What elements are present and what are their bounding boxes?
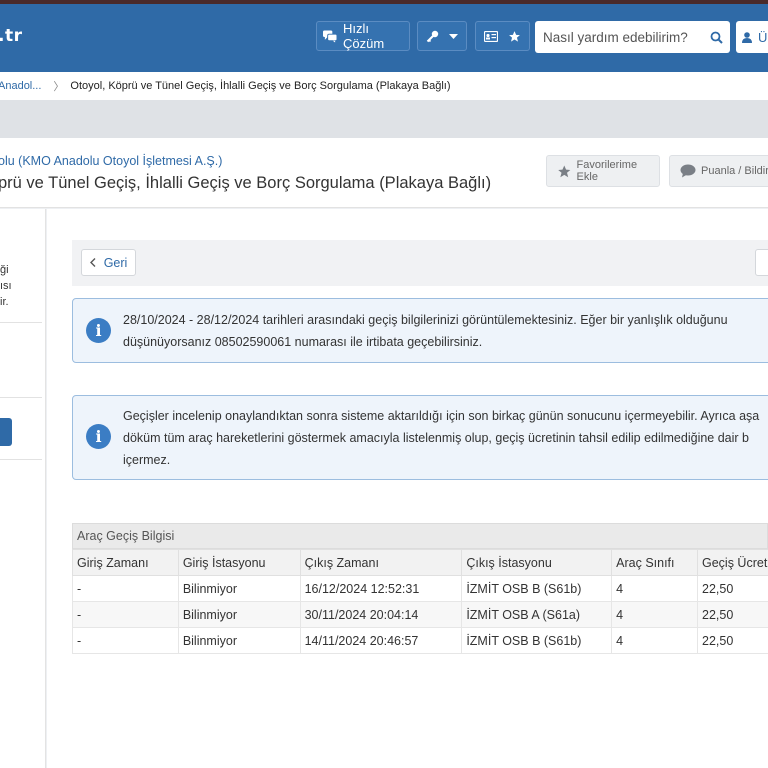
table-cell: Bilinmiyor — [177, 575, 301, 602]
column-header: Çıkış İstasyonu — [461, 549, 613, 576]
page-title-bar: olu (KMO Anadolu Otoyol İşletmesi A.Ş.) … — [0, 138, 768, 208]
sidebar-text-line: ği — [0, 264, 9, 276]
star-icon — [509, 30, 520, 42]
table-cell: 22,50 — [697, 575, 768, 602]
table-cell: İZMİT OSB B (S61b) — [461, 627, 613, 654]
alert-text-line: döküm tüm araç hareketlerini göstermek a… — [123, 431, 749, 445]
rate-report-button[interactable]: Puanla / Bildir — [669, 155, 768, 187]
site-logo[interactable]: .tr — [0, 26, 22, 46]
table-cell: Bilinmiyor — [177, 601, 301, 628]
key-icon — [426, 30, 439, 42]
vehicle-passage-table-section: Araç Geçiş Bilgisi Giriş Zamanı Giriş İs… — [72, 523, 768, 654]
sidebar-text-line: ir. — [0, 296, 9, 308]
user-menu-button[interactable]: Ü — [736, 21, 768, 53]
alert-text-line: Geçişler incelenip onaylandıktan sonra s… — [123, 409, 760, 423]
print-button[interactable] — [755, 249, 768, 276]
info-icon: i — [86, 424, 111, 449]
table-cell: 4 — [611, 601, 698, 628]
table-row: - Bilinmiyor 14/11/2024 20:46:57 İZMİT O… — [72, 627, 768, 654]
table-cell: - — [72, 627, 179, 654]
gray-band — [0, 100, 768, 138]
quick-solution-button[interactable]: Hızlı Çözüm — [316, 21, 410, 51]
table-caption: Araç Geçiş Bilgisi — [72, 523, 768, 549]
chevron-left-icon — [89, 258, 96, 267]
institution-link[interactable]: olu (KMO Anadolu Otoyol İşletmesi A.Ş.) — [0, 154, 222, 168]
column-header: Giriş İstasyonu — [177, 549, 301, 576]
column-header: Çıkış Zamanı — [299, 549, 463, 576]
user-label: Ü — [758, 29, 768, 45]
sidebar-divider — [0, 459, 42, 460]
site-header: .tr Hızlı Çözüm Nasıl yardım edebilirim?… — [0, 4, 768, 72]
sidebar-divider — [0, 397, 42, 398]
breadcrumb-separator-icon: 〉 — [53, 81, 65, 93]
sidebar-divider — [0, 322, 42, 323]
help-search-box[interactable]: Nasıl yardım edebilirim? — [535, 21, 730, 53]
sidebar-action-button[interactable] — [0, 418, 12, 446]
add-favorites-button[interactable]: Favorilerime Ekle — [546, 155, 660, 187]
column-header: Araç Sınıfı — [611, 549, 698, 576]
user-icon — [742, 31, 752, 43]
alert-text-line: içermez. — [123, 453, 171, 467]
alert-text: Geçişler incelenip onaylandıktan sonra s… — [123, 405, 768, 471]
table-cell: İZMİT OSB A (S61a) — [461, 601, 613, 628]
rate-report-label: Puanla / Bildir — [701, 165, 768, 177]
table-row: - Bilinmiyor 16/12/2024 12:52:31 İZMİT O… — [72, 575, 768, 602]
page-title: prü ve Tünel Geçiş, İhlalli Geçiş ve Bor… — [0, 174, 492, 192]
chat-icon — [323, 29, 337, 43]
sidebar-text: ği ısı ir. — [0, 262, 12, 310]
table-cell: 22,50 — [697, 627, 768, 654]
column-header: Geçiş Ücret — [697, 549, 768, 576]
breadcrumb-item-current: Otoyol, Köprü ve Tünel Geçiş, İhlalli Ge… — [70, 80, 451, 92]
table-cell: - — [72, 601, 179, 628]
star-icon — [558, 164, 571, 177]
table-cell: İZMİT OSB B (S61b) — [461, 575, 613, 602]
tools-dropdown-button[interactable] — [417, 21, 467, 51]
table-cell: 4 — [611, 575, 698, 602]
alert-text: 28/10/2024 - 28/12/2024 tarihleri arasın… — [123, 309, 768, 353]
caret-down-icon — [449, 33, 458, 39]
info-icon: i — [86, 318, 111, 343]
breadcrumb-item-parent[interactable]: Anadol... — [0, 80, 41, 92]
id-card-icon — [484, 30, 498, 42]
back-label: Geri — [103, 255, 128, 270]
quick-solution-label: Hızlı Çözüm — [342, 21, 385, 51]
back-button[interactable]: Geri — [81, 249, 136, 276]
info-alert-date-range: i 28/10/2024 - 28/12/2024 tarihleri aras… — [72, 298, 768, 363]
table-cell: 16/12/2024 12:52:31 — [299, 575, 463, 602]
alert-text-line: 28/10/2024 - 28/12/2024 tarihleri arasın… — [123, 313, 728, 327]
table-cell: 22,50 — [697, 601, 768, 628]
table-cell: 14/11/2024 20:46:57 — [299, 627, 463, 654]
sidebar-text-line: ısı — [0, 280, 12, 292]
table-cell: 30/11/2024 20:04:14 — [299, 601, 463, 628]
table-cell: - — [72, 575, 179, 602]
info-alert-disclaimer: i Geçişler incelenip onaylandıktan sonra… — [72, 395, 768, 480]
alert-text-line: düşünüyorsanız 08502590061 numarası ile … — [123, 335, 483, 349]
comment-icon — [680, 164, 696, 178]
vehicle-passage-table: Giriş Zamanı Giriş İstasyonu Çıkış Zaman… — [72, 549, 768, 654]
column-header: Giriş Zamanı — [72, 549, 179, 576]
table-header-row: Giriş Zamanı Giriş İstasyonu Çıkış Zaman… — [72, 549, 768, 576]
table-row: - Bilinmiyor 30/11/2024 20:04:14 İZMİT O… — [72, 601, 768, 628]
search-input[interactable]: Nasıl yardım edebilirim? — [543, 30, 710, 45]
add-favorites-label: Favorilerime Ekle — [576, 159, 638, 183]
table-cell: 4 — [611, 627, 698, 654]
table-cell: Bilinmiyor — [177, 627, 301, 654]
main-content — [47, 209, 768, 768]
breadcrumb: Anadol... 〉 Otoyol, Köprü ve Tünel Geçiş… — [0, 72, 768, 100]
card-favorites-button[interactable] — [475, 21, 530, 51]
result-toolbar — [72, 240, 768, 286]
search-icon[interactable] — [710, 31, 723, 44]
